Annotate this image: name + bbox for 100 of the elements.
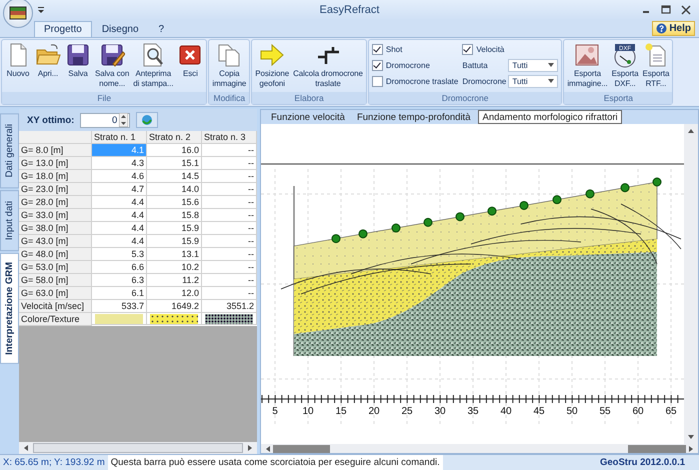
side-tab[interactable]: Input dati xyxy=(0,190,19,252)
app-menu-button[interactable] xyxy=(3,0,33,28)
table-cell[interactable]: 4.4 xyxy=(92,196,147,209)
table-cell[interactable]: 4.4 xyxy=(92,235,147,248)
ribbon-tab[interactable]: Progetto xyxy=(34,21,92,37)
table-cell[interactable]: -- xyxy=(202,144,257,157)
axis-label: 5 xyxy=(272,406,278,417)
spinner-arrows-icon[interactable] xyxy=(119,113,128,127)
checkbox[interactable]: Dromocrone xyxy=(372,58,458,72)
checkbox-box[interactable] xyxy=(462,44,474,54)
ribbon-button[interactable]: Salva xyxy=(63,41,93,80)
table-cell[interactable]: 10.2 xyxy=(147,261,202,274)
table-cell[interactable]: -- xyxy=(202,235,257,248)
table-cell[interactable]: 14.0 xyxy=(147,183,202,196)
view-tab[interactable]: Funzione tempo-profondità xyxy=(352,110,474,124)
table-cell[interactable]: 6.6 xyxy=(92,261,147,274)
spin-field[interactable]: 0 xyxy=(80,112,130,128)
down-arrow-icon[interactable] xyxy=(688,434,694,440)
ribbon-tab[interactable]: ? xyxy=(148,21,174,37)
table-cell[interactable]: 4.6 xyxy=(92,170,147,183)
left-arrow-icon[interactable] xyxy=(265,446,271,452)
table-cell[interactable]: 13.1 xyxy=(147,248,202,261)
horizontal-scrollbar[interactable] xyxy=(19,442,257,454)
ribbon-button[interactable]: Anteprima di stampa... xyxy=(131,41,176,90)
ribbon-button[interactable]: Calcola dromocrone traslate xyxy=(291,41,365,90)
dropdown-field[interactable]: Tutti xyxy=(508,74,558,88)
table-cell[interactable]: 4.7 xyxy=(92,183,147,196)
checkbox[interactable]: Shot xyxy=(372,42,458,56)
table-cell[interactable]: 6.1 xyxy=(92,287,147,300)
axis-label: 15 xyxy=(335,406,347,417)
ribbon-button[interactable]: Esci xyxy=(175,41,206,80)
table-cell[interactable]: 4.3 xyxy=(92,157,147,170)
row-header: G= 33.0 [m] xyxy=(19,209,92,222)
table-cell[interactable]: -- xyxy=(202,209,257,222)
view-tab[interactable]: Andamento morfologico rifrattori xyxy=(478,110,622,124)
ribbon-button[interactable]: Apri... xyxy=(33,41,63,80)
table-cell[interactable]: 15.9 xyxy=(147,222,202,235)
ribbon-button[interactable]: Esporta RTF... xyxy=(640,41,672,90)
maximize-icon[interactable] xyxy=(659,4,673,16)
checkbox-label: Dromocrone xyxy=(386,60,430,70)
ribbon-tab[interactable]: Disegno xyxy=(92,21,149,37)
ribbon-button[interactable]: Posizione geofoni xyxy=(253,41,292,90)
ribbon-button[interactable]: Nuovo xyxy=(3,41,33,80)
table-cell: 533.7 xyxy=(92,300,147,313)
table-cell[interactable]: 4.4 xyxy=(92,209,147,222)
dropdown-field[interactable]: Tutti xyxy=(508,58,558,72)
checkbox[interactable]: Dromocrone traslate xyxy=(372,74,458,88)
ribbon-button[interactable]: Esporta immagine... xyxy=(565,41,610,90)
row-header: G= 8.0 [m] xyxy=(19,144,92,157)
table-cell[interactable]: -- xyxy=(202,170,257,183)
checkbox-box[interactable] xyxy=(372,60,383,70)
row-header: Colore/Texture xyxy=(19,313,92,326)
right-arrow-icon[interactable] xyxy=(688,446,694,452)
table-cell[interactable]: 6.3 xyxy=(92,274,147,287)
checkbox-box[interactable] xyxy=(372,44,383,54)
table-cell[interactable]: -- xyxy=(202,248,257,261)
table-cell[interactable]: 5.3 xyxy=(92,248,147,261)
table-cell[interactable]: 16.0 xyxy=(147,144,202,157)
axis-label: 40 xyxy=(500,406,512,417)
close-icon[interactable] xyxy=(679,4,693,16)
geophone-marker xyxy=(424,218,432,227)
caret-icon xyxy=(548,63,554,67)
side-tab[interactable]: Dati generali xyxy=(0,113,19,188)
right-arrow-icon[interactable] xyxy=(247,445,253,451)
table-cell[interactable]: 15.1 xyxy=(147,157,202,170)
table-cell[interactable]: -- xyxy=(202,261,257,274)
table-cell[interactable]: -- xyxy=(202,183,257,196)
copy-pages-icon xyxy=(216,42,242,68)
vertical-scrollbar[interactable] xyxy=(684,124,698,444)
dropdown-label: Battuta xyxy=(462,60,489,70)
table-cell[interactable]: -- xyxy=(202,196,257,209)
refresh-button[interactable] xyxy=(136,112,158,128)
checkbox-box[interactable] xyxy=(372,76,383,86)
table-cell[interactable]: 11.2 xyxy=(147,274,202,287)
table-cell[interactable]: -- xyxy=(202,222,257,235)
up-arrow-icon[interactable] xyxy=(688,128,694,134)
geophone-marker xyxy=(586,189,594,198)
row-header: G= 23.0 [m] xyxy=(19,183,92,196)
left-arrow-icon[interactable] xyxy=(23,445,29,451)
table-cell[interactable]: 15.6 xyxy=(147,196,202,209)
geophone-marker xyxy=(488,206,496,216)
view-tab[interactable]: Funzione velocità xyxy=(267,110,349,124)
table-cell[interactable]: 4.4 xyxy=(92,222,147,235)
axis-label: 25 xyxy=(401,406,413,417)
table-cell[interactable]: 12.0 xyxy=(147,287,202,300)
side-tab[interactable]: Interpretazione GRM xyxy=(0,253,19,364)
table-cell[interactable]: -- xyxy=(202,274,257,287)
ribbon-button[interactable]: Salva con nome... xyxy=(93,41,132,90)
table-cell[interactable]: 15.9 xyxy=(147,235,202,248)
geophone-marker xyxy=(620,183,630,192)
table-cell[interactable]: 15.8 xyxy=(147,209,202,222)
row-header: G= 13.0 [m] xyxy=(19,157,92,170)
checkbox[interactable]: Velocità xyxy=(462,42,558,56)
ribbon-button[interactable]: Copia immagine xyxy=(210,41,248,90)
help-button[interactable]: Help xyxy=(652,21,695,36)
horizontal-scrollbar[interactable] xyxy=(261,444,698,453)
quick-access-caret-icon[interactable] xyxy=(37,6,45,14)
table-cell[interactable]: -- xyxy=(202,287,257,300)
table-cell[interactable]: 14.5 xyxy=(147,170,202,183)
table-cell[interactable]: -- xyxy=(202,157,257,170)
